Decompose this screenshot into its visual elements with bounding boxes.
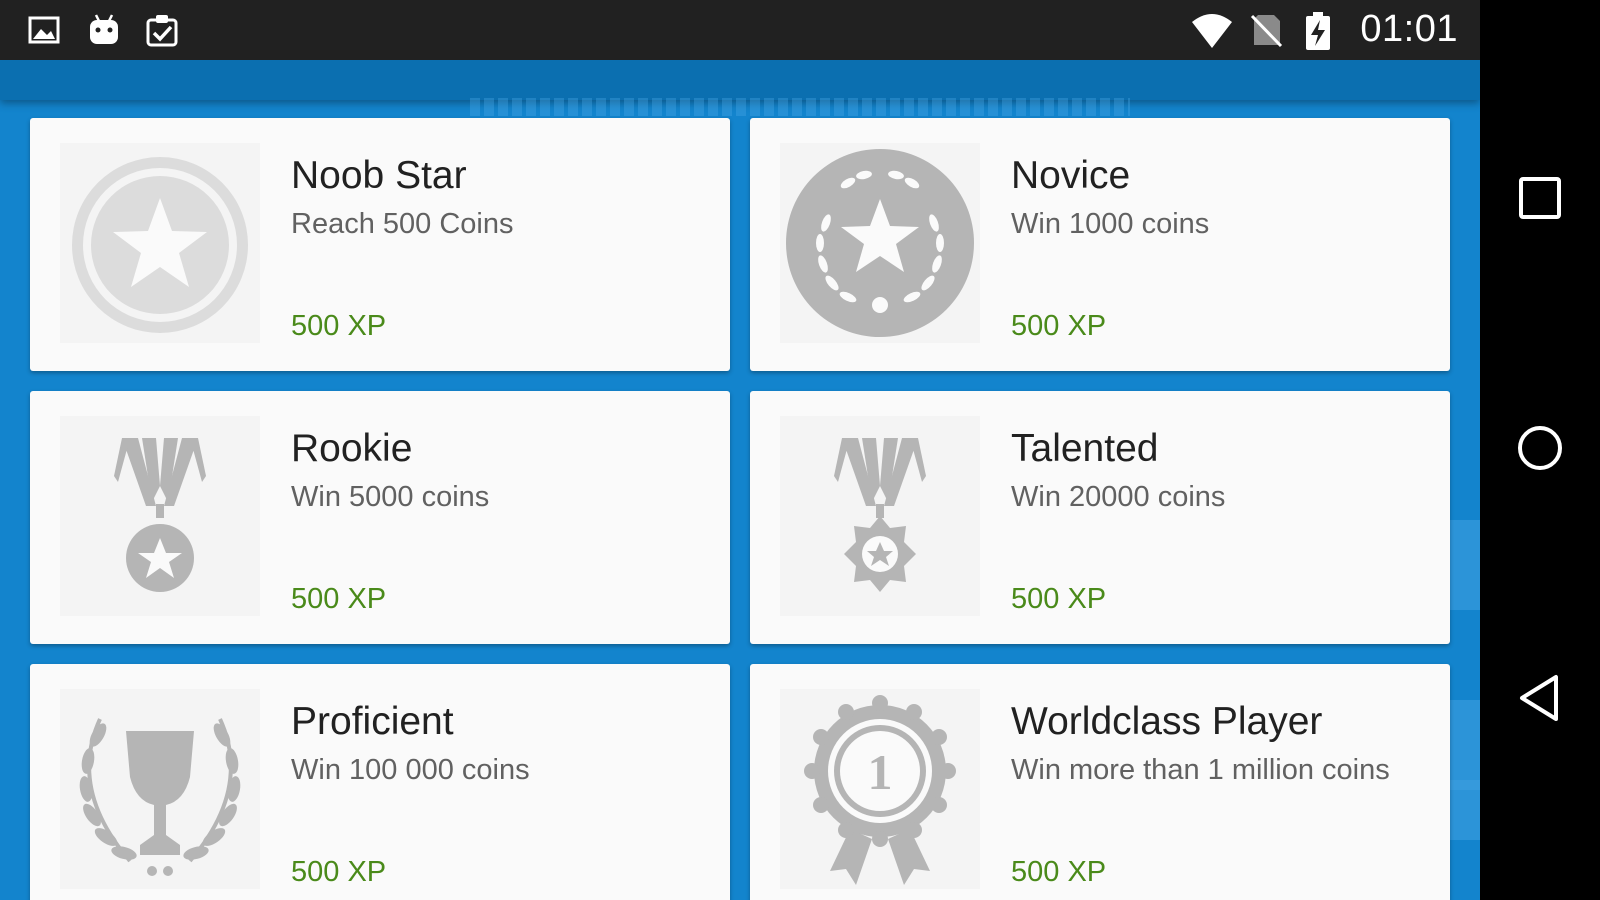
achievement-description: Win 20000 coins xyxy=(1011,481,1226,513)
ribbon-medal-icon xyxy=(60,416,260,616)
battery-charging-icon xyxy=(1300,12,1336,50)
svg-text:1: 1 xyxy=(868,744,893,800)
star-medal-icon xyxy=(60,143,260,343)
back-button[interactable] xyxy=(1510,670,1570,730)
app-toolbar xyxy=(0,60,1480,100)
recents-button[interactable] xyxy=(1510,170,1570,230)
home-button[interactable] xyxy=(1510,420,1570,480)
achievement-card-novice[interactable]: Novice Win 1000 coins 500 XP xyxy=(750,118,1450,371)
background-pattern xyxy=(470,98,1130,116)
clipboard-check-icon xyxy=(144,12,180,48)
recents-icon xyxy=(1518,176,1562,225)
first-place-rosette-icon: 1 xyxy=(780,689,980,889)
achievement-title: Rookie xyxy=(291,427,413,470)
achievement-description: Win 100 000 coins xyxy=(291,754,530,786)
achievements-screen: Noob Star Reach 500 Coins 500 XP Novice … xyxy=(0,60,1480,900)
back-icon xyxy=(1518,674,1562,727)
achievement-description: Win more than 1 million coins xyxy=(1011,754,1390,786)
achievement-description: Reach 500 Coins xyxy=(291,208,514,240)
achievement-title: Noob Star xyxy=(291,154,467,197)
home-icon xyxy=(1516,424,1564,477)
achievement-title: Proficient xyxy=(291,700,454,743)
achievement-card-worldclass-player[interactable]: 1 Worldclass Player Win more than 1 mill… xyxy=(750,664,1450,900)
achievement-description: Win 5000 coins xyxy=(291,481,490,513)
navigation-bar xyxy=(1480,0,1600,900)
achievement-card-talented[interactable]: Talented Win 20000 coins 500 XP xyxy=(750,391,1450,644)
achievement-xp: 500 XP xyxy=(1011,583,1107,615)
achievement-card-proficient[interactable]: Proficient Win 100 000 coins 500 XP xyxy=(30,664,730,900)
achievement-title: Talented xyxy=(1011,427,1159,470)
status-bar: 01:01 xyxy=(0,0,1480,60)
wifi-icon xyxy=(1190,12,1234,52)
android-icon xyxy=(86,12,122,48)
no-sim-icon xyxy=(1248,12,1284,48)
achievement-title: Novice xyxy=(1011,154,1131,197)
achievement-card-noob-star[interactable]: Noob Star Reach 500 Coins 500 XP xyxy=(30,118,730,371)
achievement-xp: 500 XP xyxy=(291,856,387,888)
ribbon-star-badge-icon xyxy=(780,416,980,616)
achievement-card-rookie[interactable]: Rookie Win 5000 coins 500 XP xyxy=(30,391,730,644)
laurel-star-medal-icon xyxy=(780,143,980,343)
image-icon xyxy=(26,12,62,48)
trophy-laurel-icon xyxy=(60,689,260,889)
achievement-xp: 500 XP xyxy=(291,583,387,615)
achievement-xp: 500 XP xyxy=(1011,310,1107,342)
clock-time: 01:01 xyxy=(1360,8,1458,50)
achievement-xp: 500 XP xyxy=(291,310,387,342)
achievement-description: Win 1000 coins xyxy=(1011,208,1210,240)
achievement-xp: 500 XP xyxy=(1011,856,1107,888)
achievement-title: Worldclass Player xyxy=(1011,700,1323,743)
